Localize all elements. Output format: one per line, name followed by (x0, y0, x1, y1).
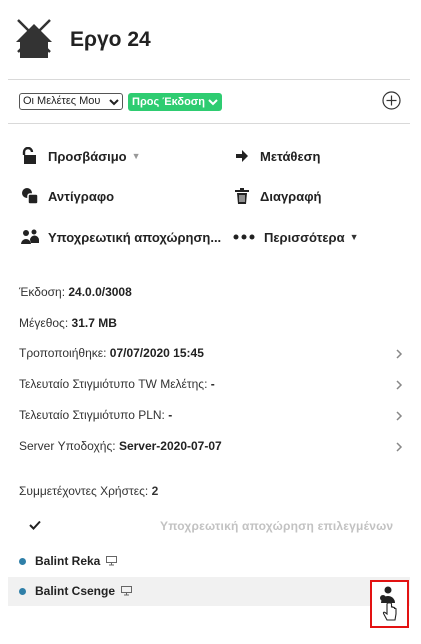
joined-users-header: Συμμετέχοντες Χρήστες: 2 (19, 484, 158, 498)
force-leave-selected-button[interactable]: Υποχρεωτική αποχώρηση επιλεγμένων (160, 519, 393, 533)
chevron-right-icon[interactable] (394, 411, 404, 421)
users-icon (21, 228, 39, 246)
user-row[interactable]: Balint Reka (19, 554, 118, 568)
user-remove-icon (380, 586, 397, 621)
server-info: Server Υποδοχής: Server-2020-07-07 (19, 439, 222, 453)
computer-icon (106, 556, 118, 566)
caret-down-icon: ▼ (131, 151, 141, 161)
tw-snapshot-value: - (210, 377, 215, 391)
chevron-right-icon[interactable] (394, 380, 404, 390)
arrow-right-icon (233, 147, 251, 165)
modified-info: Τροποποιήθηκε: 07/07/2020 15:45 (19, 346, 204, 360)
computer-icon (121, 586, 133, 596)
joined-users-label: Συμμετέχοντες Χρήστες: (19, 484, 149, 498)
pln-snapshot-value: - (168, 408, 173, 422)
force-leave-label: Υποχρεωτική αποχώρηση... (48, 229, 222, 245)
size-info: Μέγεθος: 31.7 MB (19, 316, 117, 330)
chevron-right-icon[interactable] (394, 442, 404, 452)
chevron-down-icon (109, 98, 119, 105)
copy-label: Αντίγραφο (48, 188, 115, 204)
copy-button[interactable]: Αντίγραφο (21, 187, 114, 205)
pln-snapshot-info: Τελευταίο Στιγμιότυπο PLN: - (19, 408, 172, 422)
server-label: Server Υποδοχής: (19, 439, 116, 453)
status-filter-button[interactable]: Προς Έκδοση (128, 93, 222, 111)
move-label: Μετάθεση (260, 148, 321, 164)
server-value: Server-2020-07-07 (118, 439, 222, 453)
more-label: Περισσότερα (264, 229, 345, 245)
chevron-right-icon[interactable] (394, 349, 404, 359)
house-icon (16, 19, 52, 58)
select-all-checkbox[interactable] (29, 518, 41, 533)
modified-value: 07/07/2020 15:45 (109, 346, 204, 360)
divider (8, 123, 410, 124)
page-title: Εργο 24 (70, 28, 151, 51)
status-filter-label: Προς Έκδοση (132, 96, 206, 108)
studies-filter-label: Οι Μελέτες Μου (23, 95, 101, 107)
version-info: Έκδοση: 24.0.0/3008 (19, 285, 132, 299)
version-label: Έκδοση: (19, 285, 66, 299)
access-label: Προσβάσιμο (48, 148, 127, 164)
version-value: 24.0.0/3008 (68, 285, 132, 299)
joined-users-count: 2 (151, 484, 159, 498)
move-button[interactable]: Μετάθεση (233, 147, 320, 165)
access-button[interactable]: Προσβάσιμο ▼ (21, 147, 141, 165)
caret-down-icon: ▼ (349, 232, 359, 242)
checkmark-icon (29, 520, 41, 530)
size-label: Μέγεθος: (19, 316, 69, 330)
tw-snapshot-label: Τελευταίο Στιγμιότυπο TW Μελέτης: (19, 377, 208, 391)
modified-label: Τροποποιήθηκε: (19, 346, 107, 360)
online-status-dot (19, 557, 26, 565)
unlock-icon (21, 147, 39, 165)
studies-filter-select[interactable]: Οι Μελέτες Μου (19, 93, 123, 110)
hand-cursor-icon (382, 602, 397, 621)
force-leave-user-button[interactable] (370, 580, 409, 628)
delete-button[interactable]: Διαγραφή (233, 187, 321, 205)
trash-icon (233, 187, 251, 205)
copy-icon (21, 187, 39, 205)
delete-label: Διαγραφή (260, 188, 322, 204)
pln-snapshot-label: Τελευταίο Στιγμιότυπο PLN: (19, 408, 165, 422)
chevron-down-icon (208, 99, 218, 106)
tw-snapshot-info: Τελευταίο Στιγμιότυπο TW Μελέτης: - (19, 377, 215, 391)
force-leave-button[interactable]: Υποχρεωτική αποχώρηση... (21, 228, 221, 246)
more-button[interactable]: Περισσότερα ▼ (233, 228, 359, 246)
more-dots-icon (233, 228, 255, 246)
size-value: 31.7 MB (71, 316, 117, 330)
user-row[interactable]: Balint Csenge (19, 584, 133, 598)
add-button[interactable] (382, 91, 401, 110)
online-status-dot (19, 587, 26, 595)
user-name: Balint Reka (35, 554, 101, 568)
user-name: Balint Csenge (35, 584, 116, 598)
divider (8, 79, 410, 80)
